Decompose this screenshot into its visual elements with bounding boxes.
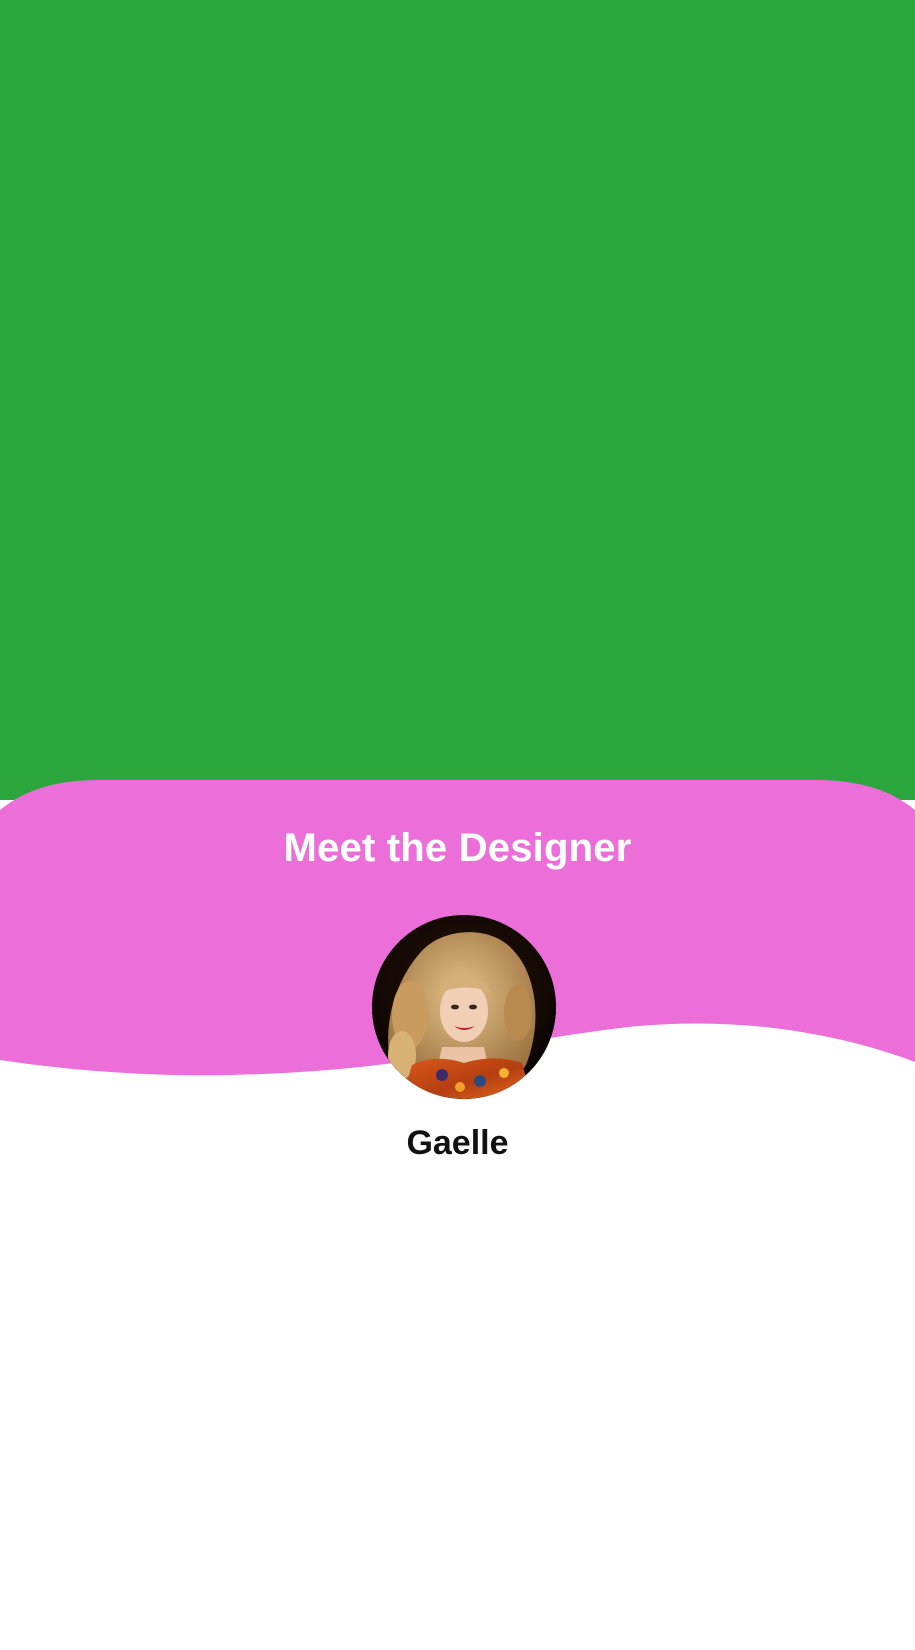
designer-name: Gaelle: [406, 1124, 509, 1162]
hero-banner: [0, 0, 915, 800]
section-title: Meet the Designer: [283, 826, 632, 870]
designer-portrait-icon: [372, 915, 556, 1099]
designer-avatar: [372, 915, 556, 1099]
